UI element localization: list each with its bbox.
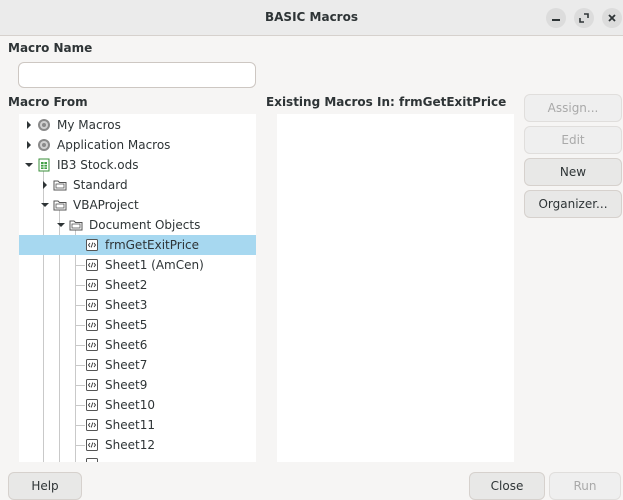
tree-item-vbaproject[interactable]: VBAProject bbox=[19, 195, 256, 215]
minimize-button[interactable] bbox=[546, 8, 566, 28]
tree-item-sheet5[interactable]: Sheet5 bbox=[19, 315, 256, 335]
existing-macros-label: Existing Macros In: frmGetExitPrice bbox=[266, 95, 507, 109]
macro-name-input[interactable] bbox=[18, 62, 256, 88]
window-title: BASIC Macros bbox=[265, 10, 358, 24]
folder-icon bbox=[69, 220, 83, 231]
tree-item-label: frmGetExitPrice bbox=[105, 238, 200, 252]
expander-collapsed-icon[interactable] bbox=[24, 120, 34, 130]
module-icon bbox=[86, 299, 98, 311]
new-button[interactable]: New bbox=[524, 158, 622, 186]
tree-item-sheet12[interactable]: Sheet12 bbox=[19, 435, 256, 455]
tree-item-label: Sheet10 bbox=[105, 398, 155, 412]
module-icon bbox=[86, 279, 98, 291]
tree-item-document-objects[interactable]: Document Objects bbox=[19, 215, 256, 235]
tree-item-ib3-stock[interactable]: IB3 Stock.ods bbox=[19, 155, 256, 175]
module-icon bbox=[86, 319, 98, 331]
tree-item-sheet1[interactable]: Sheet1 (AmCen) bbox=[19, 255, 256, 275]
library-icon bbox=[38, 119, 50, 131]
tree-item-label: Sheet1 (AmCen) bbox=[105, 258, 204, 272]
tree-item-sheet6[interactable]: Sheet6 bbox=[19, 335, 256, 355]
existing-macros-list[interactable] bbox=[277, 114, 514, 462]
close-window-button[interactable] bbox=[602, 8, 622, 28]
module-icon bbox=[86, 359, 98, 371]
tree-item-sheet10[interactable]: Sheet10 bbox=[19, 395, 256, 415]
tree-item-label: Sheet3 bbox=[105, 298, 148, 312]
expander-expanded-icon[interactable] bbox=[24, 160, 34, 170]
tree-item-sheet2[interactable]: Sheet2 bbox=[19, 275, 256, 295]
macro-name-label: Macro Name bbox=[8, 41, 93, 55]
module-icon bbox=[86, 339, 98, 351]
module-icon bbox=[86, 399, 98, 411]
module-icon bbox=[86, 379, 98, 391]
tree-item-sheet11[interactable]: Sheet11 bbox=[19, 415, 256, 435]
tree-item-label: VBAProject bbox=[73, 198, 139, 212]
tree-item-label: Sheet7 bbox=[105, 358, 148, 372]
tree-item-label: Sheet11 bbox=[105, 418, 155, 432]
tree-item-my-macros[interactable]: My Macros bbox=[19, 115, 256, 135]
tree-item-label: Sheet12 bbox=[105, 438, 155, 452]
spreadsheet-icon bbox=[38, 158, 50, 172]
tree-item-frmgetexitprice[interactable]: frmGetExitPrice bbox=[19, 235, 256, 255]
macro-from-label: Macro From bbox=[8, 95, 88, 109]
module-icon bbox=[86, 259, 98, 271]
run-button[interactable]: Run bbox=[549, 472, 621, 500]
tree-item-label: Sheet6 bbox=[105, 338, 148, 352]
title-bar: BASIC Macros bbox=[0, 0, 623, 36]
library-icon bbox=[38, 139, 50, 151]
expander-expanded-icon[interactable] bbox=[40, 200, 50, 210]
expander-collapsed-icon[interactable] bbox=[24, 140, 34, 150]
tree-item-sheet9[interactable]: Sheet9 bbox=[19, 375, 256, 395]
minimize-icon bbox=[552, 19, 560, 21]
module-icon bbox=[86, 439, 98, 451]
tree-item-label: Standard bbox=[73, 178, 128, 192]
tree-item-sheet7[interactable]: Sheet7 bbox=[19, 355, 256, 375]
expander-collapsed-icon[interactable] bbox=[40, 180, 50, 190]
edit-button[interactable]: Edit bbox=[524, 126, 622, 154]
tree-item-label: Sheet9 bbox=[105, 378, 148, 392]
tree-item-standard[interactable]: Standard bbox=[19, 175, 256, 195]
module-icon bbox=[86, 458, 98, 462]
module-icon bbox=[86, 239, 98, 251]
folder-icon bbox=[53, 200, 67, 211]
tree-item-label: Document Objects bbox=[89, 218, 201, 232]
close-icon bbox=[608, 14, 616, 22]
tree-item-application-macros[interactable]: Application Macros bbox=[19, 135, 256, 155]
tree-item-label: Sheet2 bbox=[105, 278, 148, 292]
close-button[interactable]: Close bbox=[469, 472, 545, 500]
tree-item-label: Sheet5 bbox=[105, 318, 148, 332]
assign-button[interactable]: Assign... bbox=[524, 94, 622, 122]
tree-item-label: IB3 Stock.ods bbox=[57, 158, 139, 172]
folder-icon bbox=[53, 180, 67, 191]
tree-item-label: My Macros bbox=[57, 118, 121, 132]
tree-item-label: Application Macros bbox=[57, 138, 171, 152]
module-icon bbox=[86, 419, 98, 431]
organizer-button[interactable]: Organizer... bbox=[524, 190, 622, 218]
help-button[interactable]: Help bbox=[8, 472, 82, 500]
expander-expanded-icon[interactable] bbox=[56, 220, 66, 230]
tree-item-sheet3[interactable]: Sheet3 bbox=[19, 295, 256, 315]
macro-library-tree[interactable]: My Macros Application Macros IB3 Stock.o… bbox=[19, 114, 256, 462]
maximize-button[interactable] bbox=[574, 8, 594, 28]
maximize-icon bbox=[579, 13, 589, 23]
